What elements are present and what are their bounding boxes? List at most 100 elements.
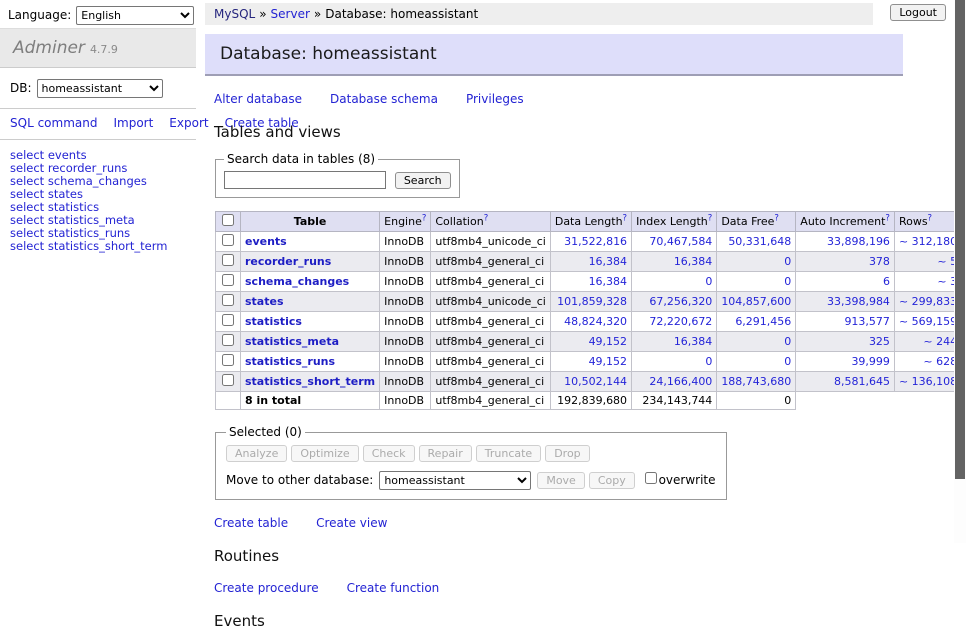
select-all-checkbox[interactable] xyxy=(222,214,234,226)
tables-table: TableEngine?Collation?Data Length?Index … xyxy=(215,211,966,410)
selected-action-button[interactable]: Analyze xyxy=(226,445,287,462)
move-label: Move to other database: xyxy=(226,473,373,487)
row-checkbox-cell xyxy=(216,272,241,292)
create-link[interactable]: Create table xyxy=(214,516,288,530)
table-row: statistics_short_termInnoDButf8mb4_gener… xyxy=(216,372,966,392)
rows-cell: ~ 628 xyxy=(894,352,961,372)
table-name-link[interactable]: statistics_meta xyxy=(245,335,339,348)
vertical-scrollbar[interactable] xyxy=(954,0,966,543)
row-checkbox[interactable] xyxy=(222,294,234,306)
help-link[interactable]: ? xyxy=(484,213,489,223)
sidebar-item-select-table[interactable]: select statistics_runs xyxy=(10,226,130,240)
app-version: 4.7.9 xyxy=(90,43,118,56)
sidebar-action-link[interactable]: SQL command xyxy=(10,116,97,130)
move-copy-button[interactable]: Copy xyxy=(589,472,635,489)
collation-cell: utf8mb4_general_ci xyxy=(431,252,550,272)
sidebar-item-select-table[interactable]: select statistics_meta xyxy=(10,213,135,227)
table-name-link[interactable]: statistics xyxy=(245,315,302,328)
rows-cell: ~ 136,108 xyxy=(894,372,961,392)
table-name-cell: statistics_meta xyxy=(241,332,380,352)
breadcrumb: MySQL»Server»Database: homeassistant xyxy=(205,3,873,25)
sidebar-item-select-table[interactable]: select statistics xyxy=(10,200,99,214)
table-name-cell: statistics_short_term xyxy=(241,372,380,392)
breadcrumb-mysql-link[interactable]: MySQL xyxy=(214,7,255,21)
auto-increment-cell: 6 xyxy=(796,272,895,292)
selected-action-button[interactable]: Repair xyxy=(419,445,472,462)
app-title: Adminer4.7.9 xyxy=(0,28,196,68)
collation-cell: utf8mb4_unicode_ci xyxy=(431,232,550,252)
table-name-link[interactable]: recorder_runs xyxy=(245,255,331,268)
row-checkbox[interactable] xyxy=(222,314,234,326)
sidebar-table-links: select eventsselect recorder_runsselect … xyxy=(0,149,196,253)
sidebar-item-select-table[interactable]: select statistics_short_term xyxy=(10,239,167,253)
routines-heading: Routines xyxy=(214,547,955,565)
table-name-cell: recorder_runs xyxy=(241,252,380,272)
db-selector-row: DB:homeassistant xyxy=(0,68,196,109)
selected-action-button[interactable]: Optimize xyxy=(291,445,358,462)
help-link[interactable]: ? xyxy=(422,213,427,223)
search-fieldset: Search data in tables (8) Search xyxy=(215,152,460,198)
help-link[interactable]: ? xyxy=(885,213,890,223)
routine-create-link[interactable]: Create procedure xyxy=(214,581,319,595)
table-name-link[interactable]: schema_changes xyxy=(245,275,349,288)
sidebar-item-select-table[interactable]: select recorder_runs xyxy=(10,161,127,175)
overwrite-label: overwrite xyxy=(659,473,716,487)
row-checkbox[interactable] xyxy=(222,234,234,246)
table-name-cell: schema_changes xyxy=(241,272,380,292)
sidebar-action-link[interactable]: Export xyxy=(169,116,208,130)
row-checkbox[interactable] xyxy=(222,274,234,286)
row-checkbox-cell xyxy=(216,352,241,372)
rows-cell: ~ 312,180 xyxy=(894,232,961,252)
move-copy-button[interactable]: Move xyxy=(537,472,585,489)
sidebar-item-select-table[interactable]: select schema_changes xyxy=(10,174,147,188)
search-button[interactable]: Search xyxy=(395,172,451,189)
create-link[interactable]: Create view xyxy=(316,516,387,530)
column-header: Data Length? xyxy=(550,212,631,232)
database-action-link[interactable]: Privileges xyxy=(466,92,524,106)
tables-heading: Tables and views xyxy=(214,123,955,141)
row-checkbox[interactable] xyxy=(222,254,234,266)
table-name-link[interactable]: states xyxy=(245,295,284,308)
db-select[interactable]: homeassistant xyxy=(37,79,163,98)
search-input[interactable] xyxy=(224,171,386,189)
row-checkbox[interactable] xyxy=(222,334,234,346)
table-name-link[interactable]: events xyxy=(245,235,287,248)
help-link[interactable]: ? xyxy=(928,213,933,223)
database-action-link[interactable]: Database schema xyxy=(330,92,438,106)
scrollbar-thumb[interactable] xyxy=(955,0,965,479)
auto-increment-cell: 39,999 xyxy=(796,352,895,372)
total-data-free-cell: 0 xyxy=(717,392,796,410)
selected-action-button[interactable]: Truncate xyxy=(476,445,541,462)
routine-create-link[interactable]: Create function xyxy=(347,581,440,595)
row-checkbox[interactable] xyxy=(222,374,234,386)
table-row: recorder_runsInnoDButf8mb4_general_ci16,… xyxy=(216,252,966,272)
data-free-cell: 0 xyxy=(717,272,796,292)
sidebar-item-select-table[interactable]: select events xyxy=(10,148,87,162)
engine-cell: InnoDB xyxy=(380,272,431,292)
selected-action-button[interactable]: Check xyxy=(363,445,415,462)
breadcrumb-server-link[interactable]: Server xyxy=(271,7,310,21)
help-link[interactable]: ? xyxy=(623,213,628,223)
language-select[interactable]: English xyxy=(76,6,194,25)
database-action-link[interactable]: Alter database xyxy=(214,92,302,106)
sidebar-action-link[interactable]: Import xyxy=(113,116,153,130)
index-length-cell: 0 xyxy=(632,352,717,372)
selected-buttons: AnalyzeOptimize CheckRepairTruncateDrop xyxy=(226,445,716,462)
overwrite-checkbox[interactable] xyxy=(645,472,657,484)
table-name-link[interactable]: statistics_short_term xyxy=(245,375,375,388)
sidebar-item-select-table[interactable]: select states xyxy=(10,187,83,201)
index-length-cell: 70,467,584 xyxy=(632,232,717,252)
help-link[interactable]: ? xyxy=(708,213,713,223)
selected-action-button[interactable]: Drop xyxy=(545,445,589,462)
search-legend: Search data in tables (8) xyxy=(224,152,378,166)
help-link[interactable]: ? xyxy=(774,213,779,223)
list-item: select statistics_short_term xyxy=(10,240,186,253)
row-checkbox[interactable] xyxy=(222,354,234,366)
table-name-link[interactable]: statistics_runs xyxy=(245,355,335,368)
data-free-cell: 0 xyxy=(717,352,796,372)
move-database-select[interactable]: homeassistant xyxy=(379,471,531,490)
auto-increment-cell: 33,898,196 xyxy=(796,232,895,252)
auto-increment-cell: 33,398,984 xyxy=(796,292,895,312)
column-header: Collation? xyxy=(431,212,550,232)
index-length-cell: 24,166,400 xyxy=(632,372,717,392)
